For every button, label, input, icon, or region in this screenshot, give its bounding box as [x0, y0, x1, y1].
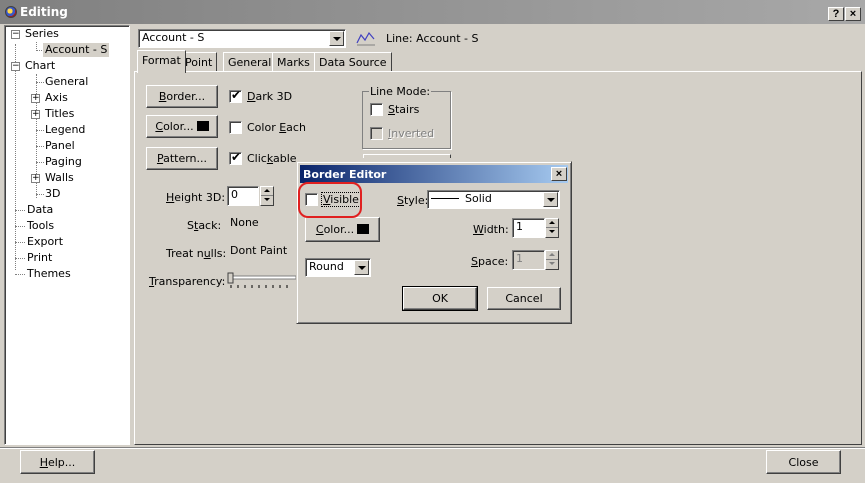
line-mode-title: Line Mode: [369, 85, 432, 98]
tree-item-themes[interactable]: Themes [27, 267, 71, 281]
series-combo[interactable]: Account - S [138, 29, 346, 48]
tree-item-account-s[interactable]: Account - S [43, 43, 110, 57]
tree-item-panel[interactable]: Panel [45, 139, 75, 153]
tree-expander-chart[interactable]: − [11, 62, 20, 71]
chevron-down-icon[interactable] [329, 31, 344, 46]
transparency-label: Transparency: [149, 275, 226, 288]
tree-item-chart[interactable]: Chart [25, 59, 55, 73]
line-series-icon [356, 31, 375, 46]
tab-marks[interactable]: Marks [272, 52, 315, 72]
border-color-button[interactable]: Color... [305, 217, 380, 242]
height-3d-spinner[interactable] [260, 186, 274, 206]
tree-expander-axis[interactable]: + [31, 94, 40, 103]
hidden-button-edge [363, 154, 451, 158]
pattern-button[interactable]: Pattern... [146, 147, 218, 170]
dialog-titlebar[interactable]: Border Editor [300, 165, 568, 183]
join-style-select[interactable]: Round [305, 258, 371, 277]
style-label: Style: [397, 194, 429, 207]
window-title: Editing [20, 5, 68, 19]
border-button[interactable]: Border... [146, 85, 218, 108]
transparency-slider[interactable] [227, 272, 297, 290]
tree-item-3d[interactable]: 3D [45, 187, 60, 201]
treat-nulls-label: Treat nulls: [166, 247, 227, 260]
stairs-label: Stairs [388, 103, 420, 116]
chevron-down-icon[interactable] [354, 260, 369, 275]
dialog-close-button[interactable]: × [551, 167, 567, 181]
line-mode-group: Line Mode: Stairs Inverted [362, 85, 451, 149]
width-input[interactable]: 1 [512, 218, 545, 238]
stairs-checkbox[interactable] [370, 103, 383, 116]
ok-button[interactable]: OK [402, 286, 478, 311]
close-window-button[interactable]: × [845, 7, 861, 21]
height-3d-label: Height 3D: [166, 191, 226, 204]
tab-general[interactable]: General [223, 52, 277, 72]
tree-item-titles[interactable]: Titles [45, 107, 74, 121]
space-label: Space: [471, 255, 509, 268]
treat-nulls-select[interactable]: Dont Paint [227, 243, 297, 262]
visible-checkbox[interactable] [305, 193, 318, 206]
app-icon [5, 6, 17, 18]
clickable-checkbox[interactable] [229, 150, 242, 165]
tree-item-general[interactable]: General [45, 75, 88, 89]
inverted-checkbox[interactable] [370, 127, 383, 140]
stack-label: Stack: [187, 219, 222, 232]
window-titlebar[interactable]: Editing ? × [0, 0, 865, 24]
border-color-swatch [357, 224, 370, 234]
solid-line-icon [431, 198, 459, 199]
tree-item-print[interactable]: Print [27, 251, 52, 265]
color-swatch [196, 121, 209, 131]
clickable-label: Clickable [247, 152, 297, 165]
tree-item-walls[interactable]: Walls [45, 171, 74, 185]
series-combo-value: Account - S [142, 31, 205, 44]
space-input[interactable]: 1 [512, 250, 545, 270]
space-spinner[interactable] [545, 250, 559, 270]
series-type-label: Line: Account - S [386, 32, 479, 45]
tree-expander-series[interactable]: − [11, 30, 20, 39]
help-button[interactable]: Help... [20, 450, 95, 474]
dialog-title: Border Editor [303, 168, 387, 181]
style-select[interactable]: Solid [427, 190, 560, 209]
close-button[interactable]: Close [766, 450, 841, 474]
tree-item-legend[interactable]: Legend [45, 123, 85, 137]
color-button[interactable]: Color... [146, 115, 218, 138]
stack-select[interactable]: None [227, 215, 297, 234]
color-each-checkbox[interactable] [229, 121, 242, 134]
tree-item-export[interactable]: Export [27, 235, 63, 249]
help-caption-button[interactable]: ? [828, 7, 844, 21]
dark-3d-checkbox[interactable] [229, 88, 242, 103]
tree-expander-walls[interactable]: + [31, 174, 40, 183]
cancel-button[interactable]: Cancel [487, 287, 561, 310]
tab-format[interactable]: Format [137, 50, 186, 73]
inverted-label: Inverted [388, 127, 435, 140]
visible-label: Visible [321, 192, 361, 207]
border-editor-dialog[interactable]: Border Editor × Visible Style: Solid Col… [296, 161, 572, 324]
tree-item-series[interactable]: Series [25, 27, 59, 41]
width-spinner[interactable] [545, 218, 559, 238]
editor-tree[interactable]: − Series Account - S − Chart General + A… [4, 25, 130, 445]
tree-item-axis[interactable]: Axis [45, 91, 68, 105]
tab-data-source[interactable]: Data Source [314, 52, 392, 72]
tree-item-paging[interactable]: Paging [45, 155, 82, 169]
color-each-label: Color Each [247, 121, 306, 134]
width-label: Width: [473, 223, 509, 236]
chevron-down-icon[interactable] [543, 192, 558, 207]
height-3d-input[interactable]: 0 [227, 186, 259, 206]
tree-expander-titles[interactable]: + [31, 110, 40, 119]
tree-item-tools[interactable]: Tools [27, 219, 54, 233]
tree-item-data[interactable]: Data [27, 203, 53, 217]
dark-3d-label: Dark 3D [247, 90, 293, 103]
